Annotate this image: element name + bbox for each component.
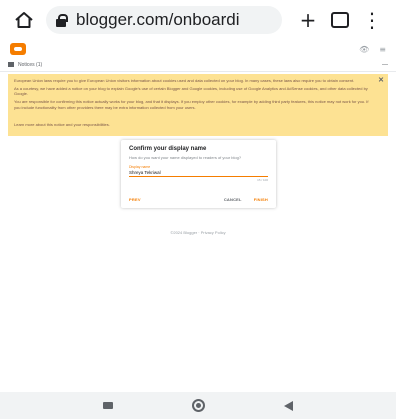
footer-text[interactable]: ©2024 Blogger · Privacy Policy [170,230,225,235]
home-circle-icon [191,399,205,412]
android-nav-bar [0,392,396,419]
home-icon-svg [15,12,33,28]
char-counter: 15 / 100 [257,178,268,182]
prev-button[interactable]: PREV [129,197,141,202]
new-tab-button[interactable]: + [292,4,324,36]
cookie-notice: ✕ European Union laws require you to giv… [8,74,388,136]
home-icon[interactable] [8,4,40,36]
browser-toolbar: blogger.com/onboardi + ⋮ [0,0,396,40]
notice-paragraph: As a courtesy, we have added a notice on… [14,85,368,97]
close-icon[interactable]: ✕ [378,76,384,84]
address-bar[interactable]: blogger.com/onboardi [46,6,282,34]
notices-label: Notices (1) [18,61,43,68]
flag-icon [8,62,14,67]
notice-paragraph: You are responsible for confirming this … [14,99,369,110]
notices-header[interactable]: Notices (1) — [0,58,396,72]
notice-paragraph: European Union laws require you to give … [14,78,355,83]
recents-button[interactable] [63,392,153,419]
dialog-question: How do you want your name displayed to r… [129,155,242,160]
overflow-menu-button[interactable]: ⋮ [356,4,388,36]
view-blog-icon[interactable]: 👁 [359,45,369,54]
tab-count-icon [331,12,349,28]
phone-screen: blogger.com/onboardi + ⋮ 👁 ≡ Notices (1)… [0,0,396,419]
cancel-button[interactable]: CANCEL [224,197,242,202]
finish-button[interactable]: FINISH [254,197,268,202]
page-footer: ©2024 Blogger · Privacy Policy [0,230,396,235]
back-icon [283,400,293,411]
dialog-actions: PREV CANCEL FINISH [129,197,268,202]
collapse-icon[interactable]: — [382,62,388,68]
display-name-dialog: Confirm your display name How do you wan… [121,140,276,208]
url-text: blogger.com/onboardi [76,10,240,29]
blogger-topbar: 👁 ≡ [0,40,396,58]
web-page: 👁 ≡ Notices (1) — ✕ European Union laws … [0,40,396,392]
menu-icon[interactable]: ≡ [379,45,386,54]
display-name-input[interactable] [129,169,268,177]
blogger-logo-icon[interactable] [10,43,26,55]
recents-icon [103,402,113,409]
home-button[interactable] [153,392,243,419]
back-button[interactable] [243,392,333,419]
learn-more-link[interactable]: Learn more about this notice and your re… [14,122,110,127]
dialog-title: Confirm your display name [129,146,207,152]
tab-switcher-button[interactable] [324,4,356,36]
lock-icon [54,13,68,27]
